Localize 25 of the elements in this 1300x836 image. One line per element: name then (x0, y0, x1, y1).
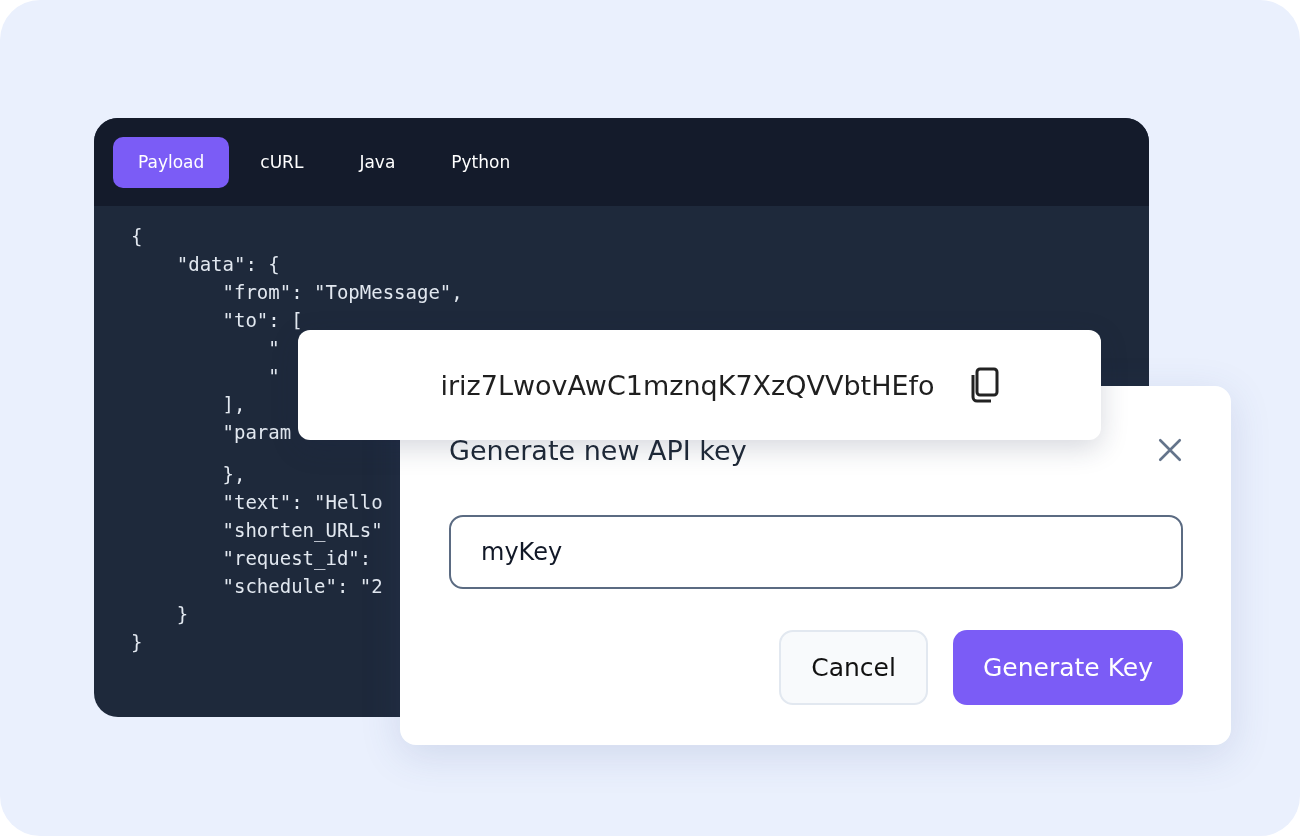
code-line: } (131, 630, 143, 655)
tab[interactable]: Python (426, 136, 536, 188)
code-line: ], (221, 392, 246, 417)
close-icon[interactable] (1157, 437, 1183, 463)
code-line: "data": { (175, 252, 280, 277)
code-line: "to": [ (221, 308, 303, 333)
generate-button[interactable]: Generate Key (952, 630, 1183, 705)
dialog-title: Generate new API key (449, 434, 747, 466)
code-line: "request_id": (221, 546, 372, 572)
code-line: "from": "TopMessage", (221, 280, 463, 305)
input-field[interactable]: myKey (449, 515, 1183, 589)
code-line: { (131, 224, 143, 249)
tab[interactable]: Java (334, 136, 421, 188)
api-key: iriz7LwovAwC1mznqK7XzQVVbtHEfo (440, 369, 935, 401)
code-line: " (267, 364, 280, 389)
code-line: } (175, 602, 189, 627)
tab[interactable]: cURL (235, 136, 329, 188)
code-line: "shorten_URLs" (221, 518, 383, 544)
code-line: "schedule": "2 (221, 574, 383, 599)
tab[interactable]: Payload (113, 136, 230, 188)
code-line: "param (221, 420, 292, 445)
code-line: " (267, 336, 280, 361)
code-line: }, (221, 462, 246, 487)
code-line: "text": "Hello (221, 490, 383, 515)
cancel-button[interactable]: Cancel (779, 630, 928, 705)
